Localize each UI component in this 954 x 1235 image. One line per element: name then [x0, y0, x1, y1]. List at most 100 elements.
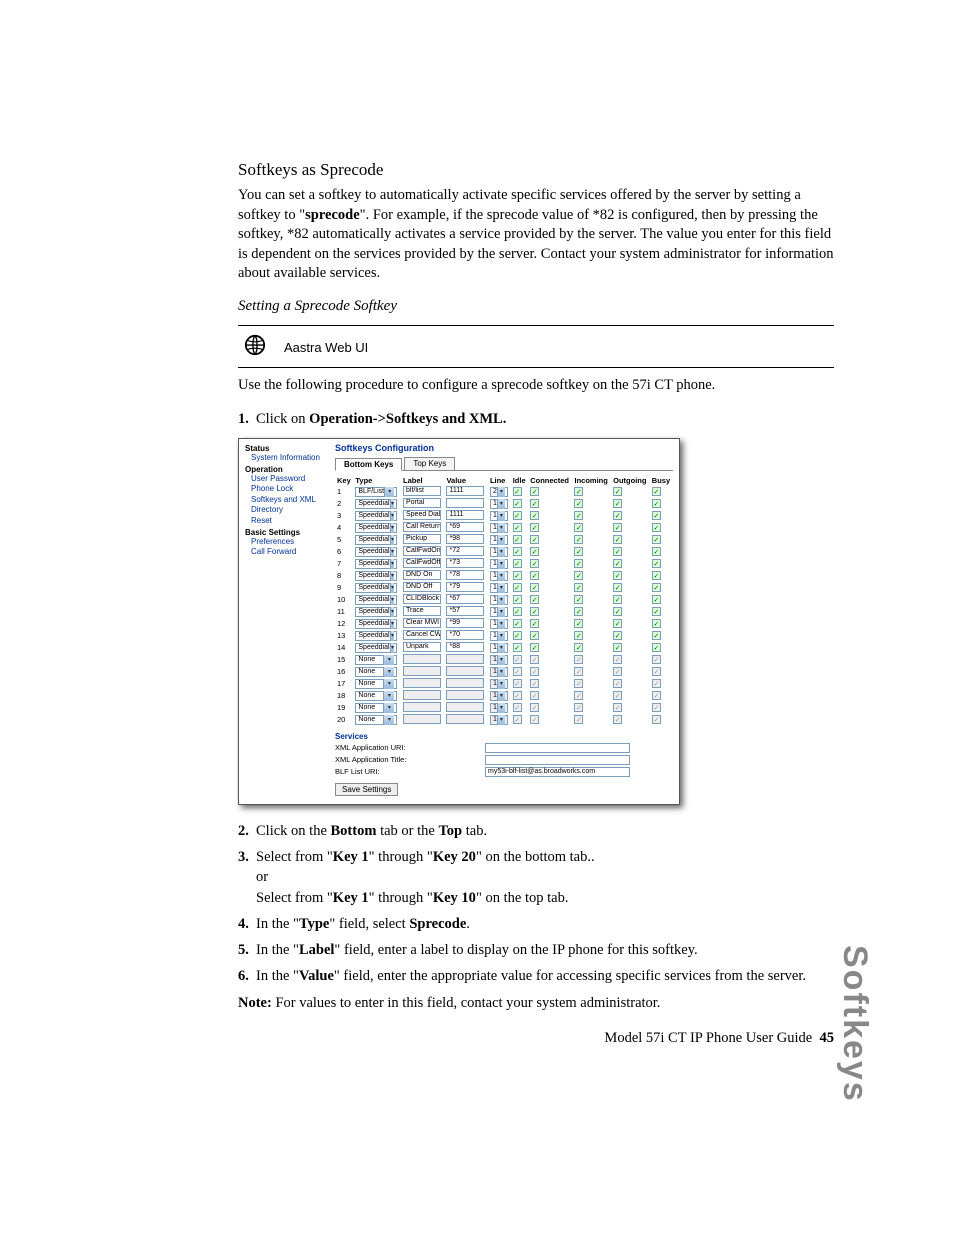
value-field[interactable]: *73 — [446, 558, 484, 568]
state-checkbox[interactable]: ✓ — [530, 571, 539, 580]
type-select[interactable]: Speeddial▾ — [355, 559, 397, 569]
tab-bottom-keys[interactable]: Bottom Keys — [335, 458, 402, 471]
state-checkbox[interactable]: ✓ — [513, 511, 522, 520]
value-field[interactable]: *99 — [446, 618, 484, 628]
label-field[interactable]: Pickup — [403, 534, 441, 544]
state-checkbox[interactable]: ✓ — [613, 547, 622, 556]
type-select[interactable]: None▾ — [355, 691, 397, 701]
nav-prefs[interactable]: Preferences — [245, 537, 327, 547]
state-checkbox[interactable]: ✓ — [652, 643, 661, 652]
state-checkbox[interactable]: ✓ — [574, 583, 583, 592]
state-checkbox[interactable]: ✓ — [652, 619, 661, 628]
line-select[interactable]: 1▾ — [490, 571, 508, 581]
state-checkbox[interactable]: ✓ — [574, 523, 583, 532]
state-checkbox[interactable]: ✓ — [652, 499, 661, 508]
state-checkbox[interactable]: ✓ — [530, 631, 539, 640]
nav-softkeys[interactable]: Softkeys and XML — [245, 495, 327, 505]
state-checkbox[interactable]: ✓ — [574, 559, 583, 568]
state-checkbox[interactable]: ✓ — [652, 523, 661, 532]
type-select[interactable]: Speeddial▾ — [355, 631, 397, 641]
value-field[interactable]: *67 — [446, 594, 484, 604]
state-checkbox[interactable]: ✓ — [652, 571, 661, 580]
xml-uri-field[interactable] — [485, 743, 630, 753]
state-checkbox[interactable]: ✓ — [513, 631, 522, 640]
nav-phonelock[interactable]: Phone Lock — [245, 484, 327, 494]
line-select[interactable]: 1▾ — [490, 583, 508, 593]
label-field[interactable]: CallFwdOff — [403, 558, 441, 568]
type-select[interactable]: Speeddial▾ — [355, 583, 397, 593]
type-select[interactable]: Speeddial▾ — [355, 499, 397, 509]
state-checkbox[interactable]: ✓ — [530, 607, 539, 616]
state-checkbox[interactable]: ✓ — [652, 583, 661, 592]
state-checkbox[interactable]: ✓ — [574, 619, 583, 628]
value-field[interactable]: *79 — [446, 582, 484, 592]
state-checkbox[interactable]: ✓ — [530, 499, 539, 508]
line-select[interactable]: 1▾ — [490, 631, 508, 641]
type-select[interactable]: Speeddial▾ — [355, 547, 397, 557]
type-select[interactable]: Speeddial▾ — [355, 607, 397, 617]
state-checkbox[interactable]: ✓ — [613, 511, 622, 520]
state-checkbox[interactable]: ✓ — [574, 607, 583, 616]
state-checkbox[interactable]: ✓ — [530, 559, 539, 568]
line-select[interactable]: 1▾ — [490, 523, 508, 533]
line-select[interactable]: 1▾ — [490, 595, 508, 605]
state-checkbox[interactable]: ✓ — [652, 487, 661, 496]
state-checkbox[interactable]: ✓ — [652, 631, 661, 640]
state-checkbox[interactable]: ✓ — [613, 607, 622, 616]
label-field[interactable]: CLIDBlock — [403, 594, 441, 604]
value-field[interactable] — [446, 498, 484, 508]
line-select[interactable]: 1▾ — [490, 547, 508, 557]
state-checkbox[interactable]: ✓ — [652, 595, 661, 604]
state-checkbox[interactable]: ✓ — [530, 595, 539, 604]
state-checkbox[interactable]: ✓ — [530, 547, 539, 556]
label-field[interactable]: Trace — [403, 606, 441, 616]
state-checkbox[interactable]: ✓ — [613, 559, 622, 568]
type-select[interactable]: Speeddial▾ — [355, 595, 397, 605]
state-checkbox[interactable]: ✓ — [613, 583, 622, 592]
state-checkbox[interactable]: ✓ — [613, 499, 622, 508]
value-field[interactable]: 1111 — [446, 510, 484, 520]
state-checkbox[interactable]: ✓ — [530, 583, 539, 592]
state-checkbox[interactable]: ✓ — [652, 511, 661, 520]
type-select[interactable]: Speeddial▾ — [355, 523, 397, 533]
state-checkbox[interactable]: ✓ — [513, 595, 522, 604]
value-field[interactable]: *88 — [446, 642, 484, 652]
state-checkbox[interactable]: ✓ — [513, 523, 522, 532]
nav-callfwd[interactable]: Call Forward — [245, 547, 327, 557]
state-checkbox[interactable]: ✓ — [513, 583, 522, 592]
state-checkbox[interactable]: ✓ — [652, 547, 661, 556]
state-checkbox[interactable]: ✓ — [513, 619, 522, 628]
state-checkbox[interactable]: ✓ — [513, 499, 522, 508]
type-select[interactable]: Speeddial▾ — [355, 571, 397, 581]
line-select[interactable]: 1▾ — [490, 511, 508, 521]
state-checkbox[interactable]: ✓ — [613, 571, 622, 580]
blf-uri-field[interactable]: my53i-blf-list@as.broadworks.com — [485, 767, 630, 777]
state-checkbox[interactable]: ✓ — [530, 619, 539, 628]
type-select[interactable]: Speeddial▾ — [355, 619, 397, 629]
state-checkbox[interactable]: ✓ — [530, 535, 539, 544]
state-checkbox[interactable]: ✓ — [513, 607, 522, 616]
state-checkbox[interactable]: ✓ — [574, 631, 583, 640]
state-checkbox[interactable]: ✓ — [652, 535, 661, 544]
save-settings-button[interactable]: Save Settings — [335, 783, 398, 796]
label-field[interactable]: Portal — [403, 498, 441, 508]
type-select[interactable]: Speeddial▾ — [355, 511, 397, 521]
state-checkbox[interactable]: ✓ — [530, 511, 539, 520]
state-checkbox[interactable]: ✓ — [530, 487, 539, 496]
type-select[interactable]: None▾ — [355, 667, 397, 677]
value-field[interactable]: 1111 — [446, 486, 484, 496]
label-field[interactable]: blf/list — [403, 486, 441, 496]
nav-directory[interactable]: Directory — [245, 505, 327, 515]
state-checkbox[interactable]: ✓ — [513, 547, 522, 556]
line-select[interactable]: 1▾ — [490, 559, 508, 569]
nav-reset[interactable]: Reset — [245, 516, 327, 526]
state-checkbox[interactable]: ✓ — [574, 595, 583, 604]
line-select[interactable]: 1▾ — [490, 535, 508, 545]
state-checkbox[interactable]: ✓ — [574, 547, 583, 556]
type-select[interactable]: None▾ — [355, 703, 397, 713]
state-checkbox[interactable]: ✓ — [574, 511, 583, 520]
state-checkbox[interactable]: ✓ — [574, 643, 583, 652]
type-select[interactable]: None▾ — [355, 655, 397, 665]
state-checkbox[interactable]: ✓ — [513, 571, 522, 580]
line-select[interactable]: 1▾ — [490, 607, 508, 617]
